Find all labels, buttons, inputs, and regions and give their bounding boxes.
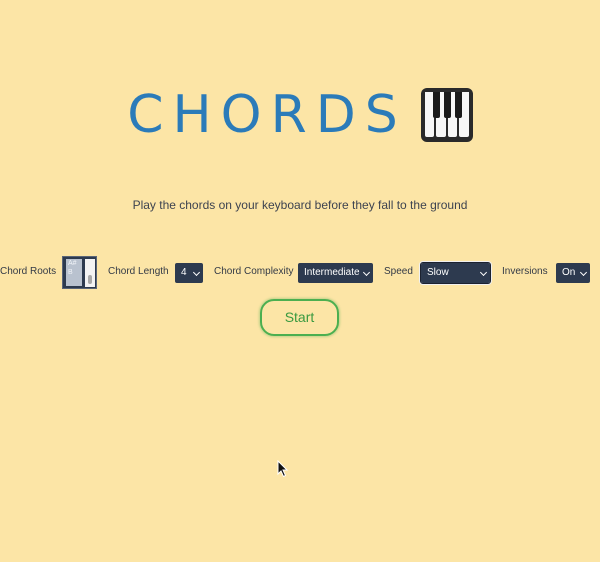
chord-complexity-value: Intermediate bbox=[304, 267, 360, 278]
inversions-label: Inversions bbox=[502, 266, 548, 277]
page-title: CHORDS bbox=[127, 85, 407, 145]
chord-root-option[interactable]: B bbox=[68, 268, 82, 277]
chord-roots-options: A# B bbox=[66, 259, 82, 286]
start-button[interactable]: Start bbox=[260, 299, 339, 336]
chord-complexity-label: Chord Complexity bbox=[214, 266, 294, 277]
mouse-pointer-icon bbox=[277, 460, 289, 478]
chord-roots-listbox[interactable]: A# B bbox=[62, 256, 97, 289]
chevron-down-icon bbox=[362, 268, 371, 277]
chord-roots-label: Chord Roots bbox=[0, 266, 57, 277]
header: CHORDS bbox=[0, 80, 600, 150]
chevron-down-icon bbox=[579, 268, 588, 277]
chord-root-option[interactable]: A# bbox=[68, 259, 82, 268]
chord-length-value: 4 bbox=[181, 267, 187, 278]
chord-complexity-select[interactable]: Intermediate bbox=[298, 263, 373, 283]
chord-roots-scrollbar-thumb[interactable] bbox=[88, 275, 92, 284]
subtitle: Play the chords on your keyboard before … bbox=[132, 198, 468, 212]
speed-value: Slow bbox=[427, 267, 449, 278]
settings-bar: Chord Roots A# B Chord Length 4 Chord Co… bbox=[0, 256, 600, 289]
inversions-select[interactable]: On bbox=[556, 263, 590, 283]
musical-keyboard-icon bbox=[420, 88, 473, 142]
chord-length-label: Chord Length bbox=[108, 266, 169, 277]
speed-select[interactable]: Slow bbox=[420, 262, 491, 284]
chevron-down-icon bbox=[479, 268, 488, 277]
chord-length-select[interactable]: 4 bbox=[175, 263, 203, 283]
inversions-value: On bbox=[562, 267, 576, 278]
speed-label: Speed bbox=[384, 266, 413, 277]
chevron-down-icon bbox=[192, 268, 201, 277]
